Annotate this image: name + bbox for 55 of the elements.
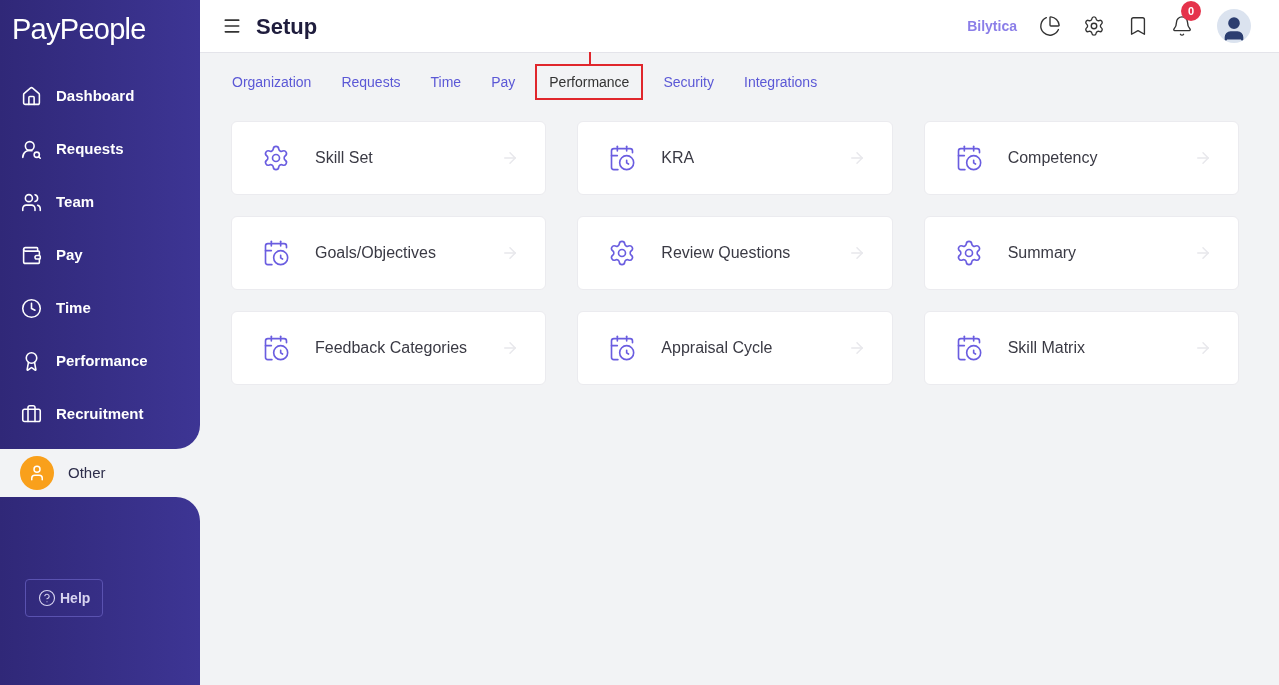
setup-card[interactable]: Goals/Objectives <box>231 216 547 290</box>
calendar-clock-icon <box>608 334 637 362</box>
page-title: Setup <box>256 12 318 41</box>
card-label: Summary <box>1007 243 1077 263</box>
tab[interactable]: Pay <box>481 64 526 100</box>
tab[interactable]: Integrations <box>734 64 828 100</box>
card-label: Skill Set <box>315 148 373 168</box>
wallet-icon <box>21 245 42 266</box>
tab[interactable]: Organization <box>222 64 322 100</box>
calendar-clock-icon <box>262 334 290 362</box>
avatar[interactable] <box>1217 9 1251 43</box>
setup-card[interactable]: Appraisal Cycle <box>577 311 893 385</box>
home-icon <box>21 86 42 107</box>
sidebar-item[interactable]: Pay <box>0 229 200 282</box>
card-label: Appraisal Cycle <box>661 338 773 358</box>
briefcase-icon <box>21 404 42 425</box>
tab[interactable]: Performance <box>535 64 644 100</box>
help-button[interactable]: Help <box>25 579 104 617</box>
menu-icon[interactable] <box>222 16 242 36</box>
sidebar-item[interactable]: Time <box>0 282 200 335</box>
tab[interactable]: Time <box>420 64 472 100</box>
setup-card[interactable]: KRA <box>577 121 893 195</box>
calendar-clock-icon <box>608 144 637 172</box>
clock-icon <box>21 298 42 319</box>
notification-badge: 0 <box>1181 1 1201 21</box>
card-label: KRA <box>661 148 695 168</box>
sidebar-item[interactable]: Recruitment <box>0 388 200 441</box>
person-question-icon <box>21 139 42 160</box>
gear-icon <box>262 144 290 172</box>
setup-card[interactable]: Competency <box>923 121 1239 195</box>
sidebar-item[interactable]: Dashboard <box>0 70 200 123</box>
logo: PayPeople <box>11 12 147 47</box>
setup-card[interactable]: Review Questions <box>577 216 893 290</box>
tab[interactable]: Security <box>653 64 724 100</box>
notification-icon[interactable] <box>1171 15 1193 37</box>
setup-card[interactable]: Skill Set <box>231 121 547 195</box>
card-label: Goals/Objectives <box>315 243 436 263</box>
card-label: Review Questions <box>661 243 791 263</box>
person-icon <box>28 464 46 482</box>
card-label: Feedback Categories <box>315 338 468 358</box>
sidebar-item[interactable]: Team <box>0 176 200 229</box>
pie-chart-icon[interactable] <box>1039 15 1061 37</box>
tab-marker <box>589 52 592 64</box>
people-icon <box>21 192 42 213</box>
setup-card[interactable]: Feedback Categories <box>231 311 547 385</box>
card-label: Skill Matrix <box>1007 338 1085 358</box>
card-label: Competency <box>1007 148 1098 168</box>
setup-card[interactable]: Summary <box>923 216 1239 290</box>
help-icon <box>38 589 56 607</box>
calendar-clock-icon <box>262 239 290 267</box>
settings-icon[interactable] <box>1083 15 1105 37</box>
sidebar-item[interactable]: Performance <box>0 335 200 388</box>
sidebar-item[interactable]: Requests <box>0 123 200 176</box>
setup-card[interactable]: Skill Matrix <box>923 311 1239 385</box>
tab[interactable]: Requests <box>331 64 411 100</box>
